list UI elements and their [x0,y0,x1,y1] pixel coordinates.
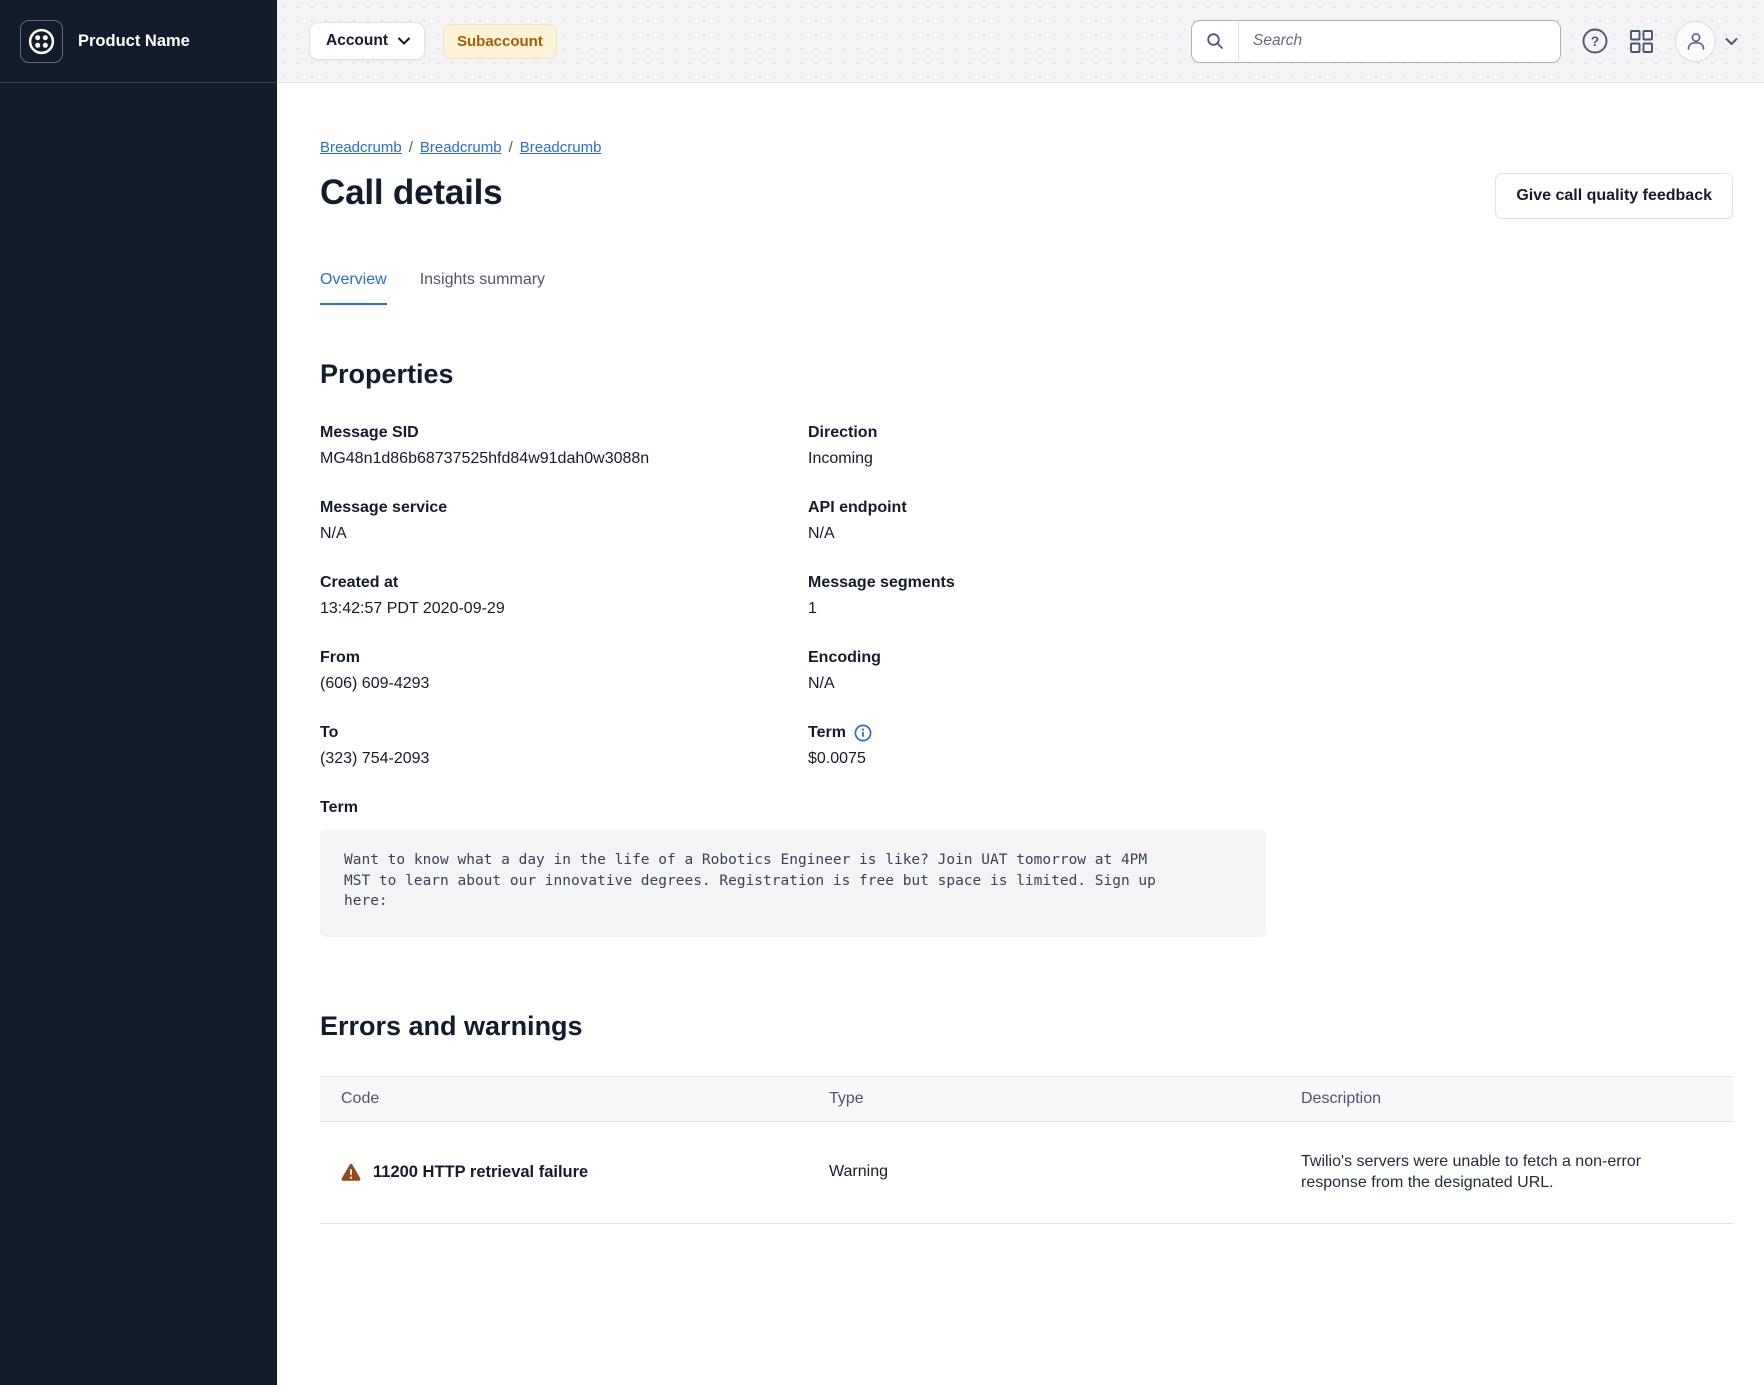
title-row: Call details Give call quality feedback [320,173,1733,219]
avatar [1675,21,1716,62]
field-label: Created at [320,574,398,592]
field-value: (323) 754-2093 [320,750,808,768]
tab-insights-summary[interactable]: Insights summary [420,271,545,305]
search-input[interactable] [1239,21,1560,62]
svg-text:?: ? [1591,33,1600,49]
twilio-logo-icon [28,28,55,55]
sidebar: Product Name [0,0,277,1385]
field-label: To [320,724,338,742]
field-api-endpoint: API endpoint N/A [808,499,1733,543]
give-call-quality-feedback-button[interactable]: Give call quality feedback [1495,173,1733,219]
apps-grid-icon [1629,29,1654,54]
error-description-cell: Twilio's servers were unable to fetch a … [1301,1151,1681,1194]
user-menu-chevron-icon [1725,37,1738,46]
search-box [1191,20,1561,63]
field-value: 1 [808,600,1733,618]
error-code-cell: 11200 HTTP retrieval failure [341,1163,808,1182]
field-label: Message segments [808,574,955,592]
topbar-right: ? [1191,20,1738,63]
content: Breadcrumb / Breadcrumb / Breadcrumb Call de… [277,83,1764,1385]
field-message-sid: Message SID MG48n1d86b68737525hfd84w91da… [320,424,808,468]
field-value: (606) 609-4293 [320,675,808,693]
field-label: API endpoint [808,499,907,517]
error-type-cell: Warning [808,1121,1280,1223]
apps-grid-button[interactable] [1629,29,1654,54]
account-menu-label: Account [326,32,388,50]
error-code-text: 11200 HTTP retrieval failure [373,1163,588,1182]
product-name: Product Name [78,32,190,51]
field-value: N/A [808,675,1733,693]
column-header-description: Description [1280,1076,1733,1121]
info-icon[interactable] [854,724,872,742]
help-button[interactable]: ? [1582,28,1608,54]
errors-and-warnings-heading: Errors and warnings [320,1011,1733,1042]
field-to: To (323) 754-2093 [320,724,808,768]
breadcrumb-separator: / [509,139,513,156]
field-value: 13:42:57 PDT 2020-09-29 [320,600,808,618]
topbar-left: Account Subaccount [309,22,557,60]
field-label: Message service [320,499,447,517]
term-body-label: Term [320,799,1733,817]
properties-heading: Properties [320,359,1733,390]
field-label: Encoding [808,649,881,667]
breadcrumb-separator: / [409,139,413,156]
field-label: Message SID [320,424,419,442]
topbar: Account Subaccount [277,0,1764,83]
help-icon: ? [1582,28,1608,54]
errors-table-header-row: Code Type Description [320,1076,1733,1121]
field-term: Term $0.0075 [808,724,1733,768]
product-logo-button[interactable] [20,20,63,63]
tabs: Overview Insights summary [320,271,1733,305]
field-label: Direction [808,424,877,442]
properties-grid: Message SID MG48n1d86b68737525hfd84w91da… [320,424,1733,768]
subaccount-badge[interactable]: Subaccount [443,24,557,59]
warning-icon [341,1163,361,1182]
app-root: Product Name Account Subaccount [0,0,1764,1385]
field-value: Incoming [808,450,1733,468]
field-value: N/A [808,525,1733,543]
field-message-segments: Message segments 1 [808,574,1733,618]
field-value: $0.0075 [808,750,1733,768]
field-message-service: Message service N/A [320,499,808,543]
tab-overview[interactable]: Overview [320,271,387,305]
account-menu-button[interactable]: Account [309,22,425,60]
field-from: From (606) 609-4293 [320,649,808,693]
term-body-text: Want to know what a day in the life of a… [344,850,1165,912]
user-menu-button[interactable] [1675,21,1738,62]
search-icon [1192,21,1239,62]
breadcrumb-link-1[interactable]: Breadcrumb [320,139,402,156]
breadcrumb-link-2[interactable]: Breadcrumb [420,139,502,156]
field-direction: Direction Incoming [808,424,1733,468]
breadcrumb-link-3[interactable]: Breadcrumb [520,139,602,156]
sidebar-header: Product Name [0,0,277,83]
field-label: From [320,649,360,667]
errors-table: Code Type Description [320,1076,1733,1224]
column-header-type: Type [808,1076,1280,1121]
chevron-down-icon [398,37,410,45]
page-title: Call details [320,173,502,213]
field-value: MG48n1d86b68737525hfd84w91dah0w3088n [320,450,808,468]
column-header-code: Code [320,1076,808,1121]
breadcrumb: Breadcrumb / Breadcrumb / Breadcrumb [320,139,1733,156]
table-row: 11200 HTTP retrieval failure Warning Twi… [320,1121,1733,1223]
field-value: N/A [320,525,808,543]
term-body-block: Want to know what a day in the life of a… [320,830,1266,937]
field-label: Term [808,724,846,742]
field-created-at: Created at 13:42:57 PDT 2020-09-29 [320,574,808,618]
field-encoding: Encoding N/A [808,649,1733,693]
